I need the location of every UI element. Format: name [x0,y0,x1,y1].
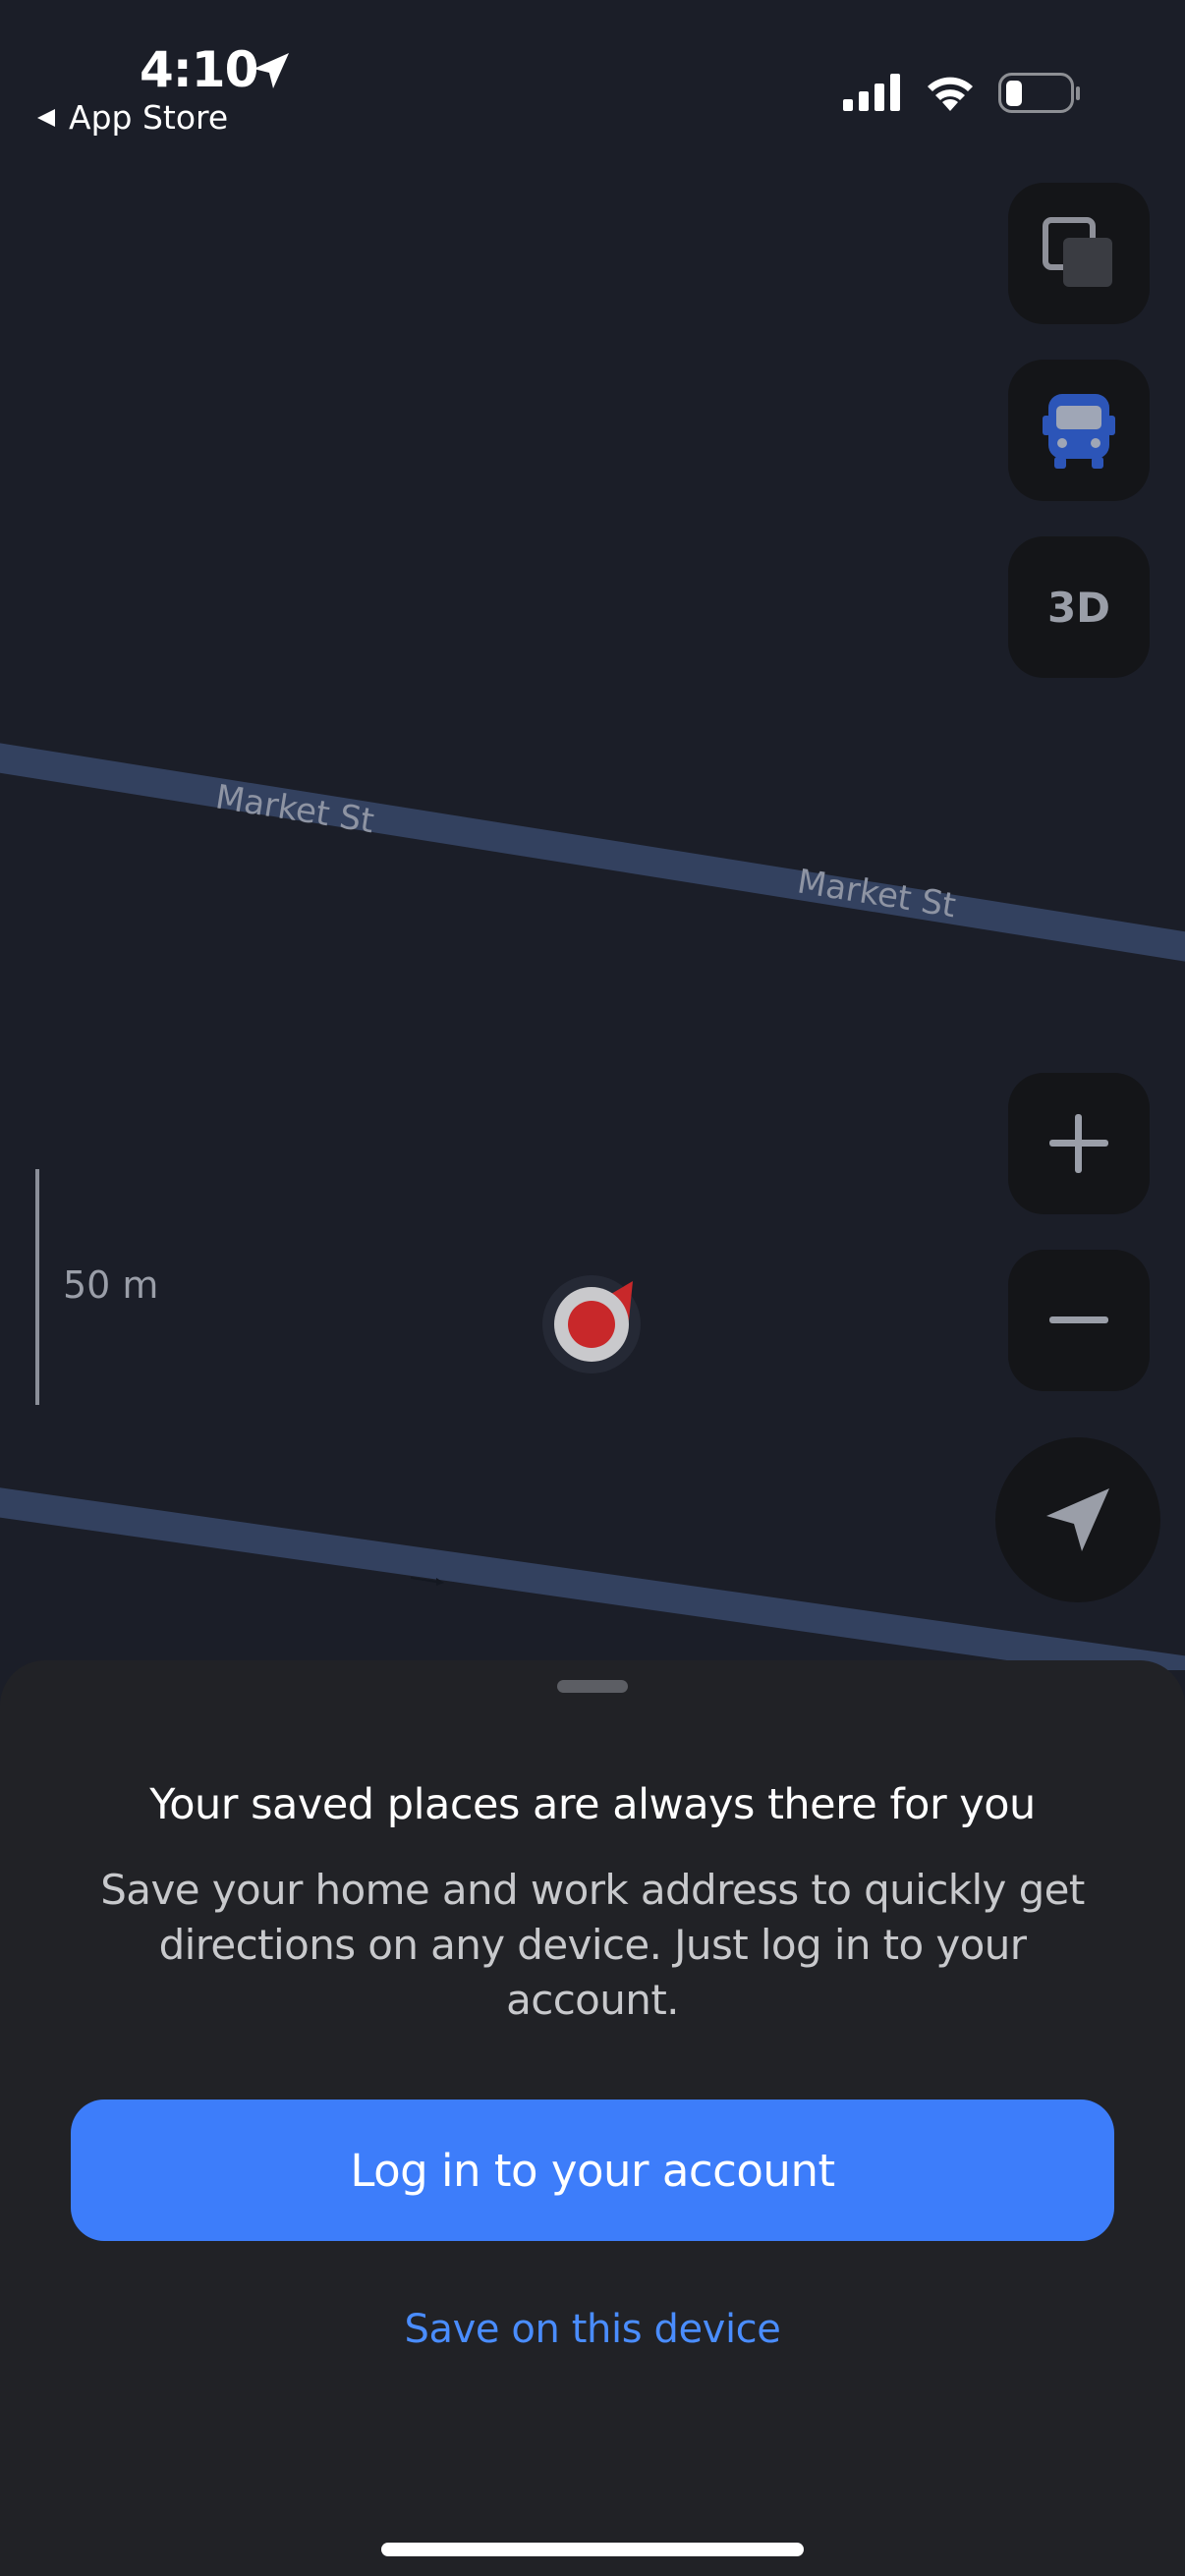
layers-icon [1043,217,1112,287]
street-label: Market St [213,777,377,841]
sheet-title: Your saved places are always there for y… [149,1780,1036,1829]
street-label: Market St [795,862,959,925]
scale-label: 50 m [63,1263,159,1307]
status-indicators [843,73,1081,114]
bus-icon [1043,394,1115,469]
sheet-description: Save your home and work address to quick… [100,1866,1085,2024]
battery-icon [998,73,1080,113]
plus-icon [1049,1114,1108,1173]
location-arrow-icon [254,53,289,88]
user-location-marker-icon [542,1275,641,1373]
status-time: 4:10 [140,41,258,98]
back-triangle-icon [37,108,55,127]
cellular-signal-icon [843,74,900,111]
map-layers-button[interactable] [1008,183,1150,324]
wifi-icon [928,77,973,111]
three-d-button[interactable]: 3D [1008,536,1150,678]
road-market-st-upper [0,743,1185,962]
navigation-arrow-icon [1046,1488,1109,1551]
log-in-button[interactable]: Log in to your account [71,2100,1114,2241]
home-indicator[interactable] [381,2543,804,2556]
saved-places-sheet: Your saved places are always there for y… [0,1660,1185,2576]
back-to-app-store-link[interactable]: App Store [35,98,228,137]
transit-button[interactable] [1008,360,1150,501]
scale-bar [35,1169,39,1405]
zoom-in-button[interactable] [1008,1073,1150,1214]
save-on-device-link[interactable]: Save on this device [0,2307,1185,2352]
minus-icon [1049,1316,1108,1323]
back-label: App Store [69,98,229,137]
app-screen: Market St Market St 4:10 App Store 3D 50… [0,0,1185,2576]
sheet-grabber[interactable] [557,1680,628,1693]
my-location-button[interactable] [995,1437,1160,1602]
three-d-label: 3D [1046,583,1111,632]
zoom-out-button[interactable] [1008,1250,1150,1391]
